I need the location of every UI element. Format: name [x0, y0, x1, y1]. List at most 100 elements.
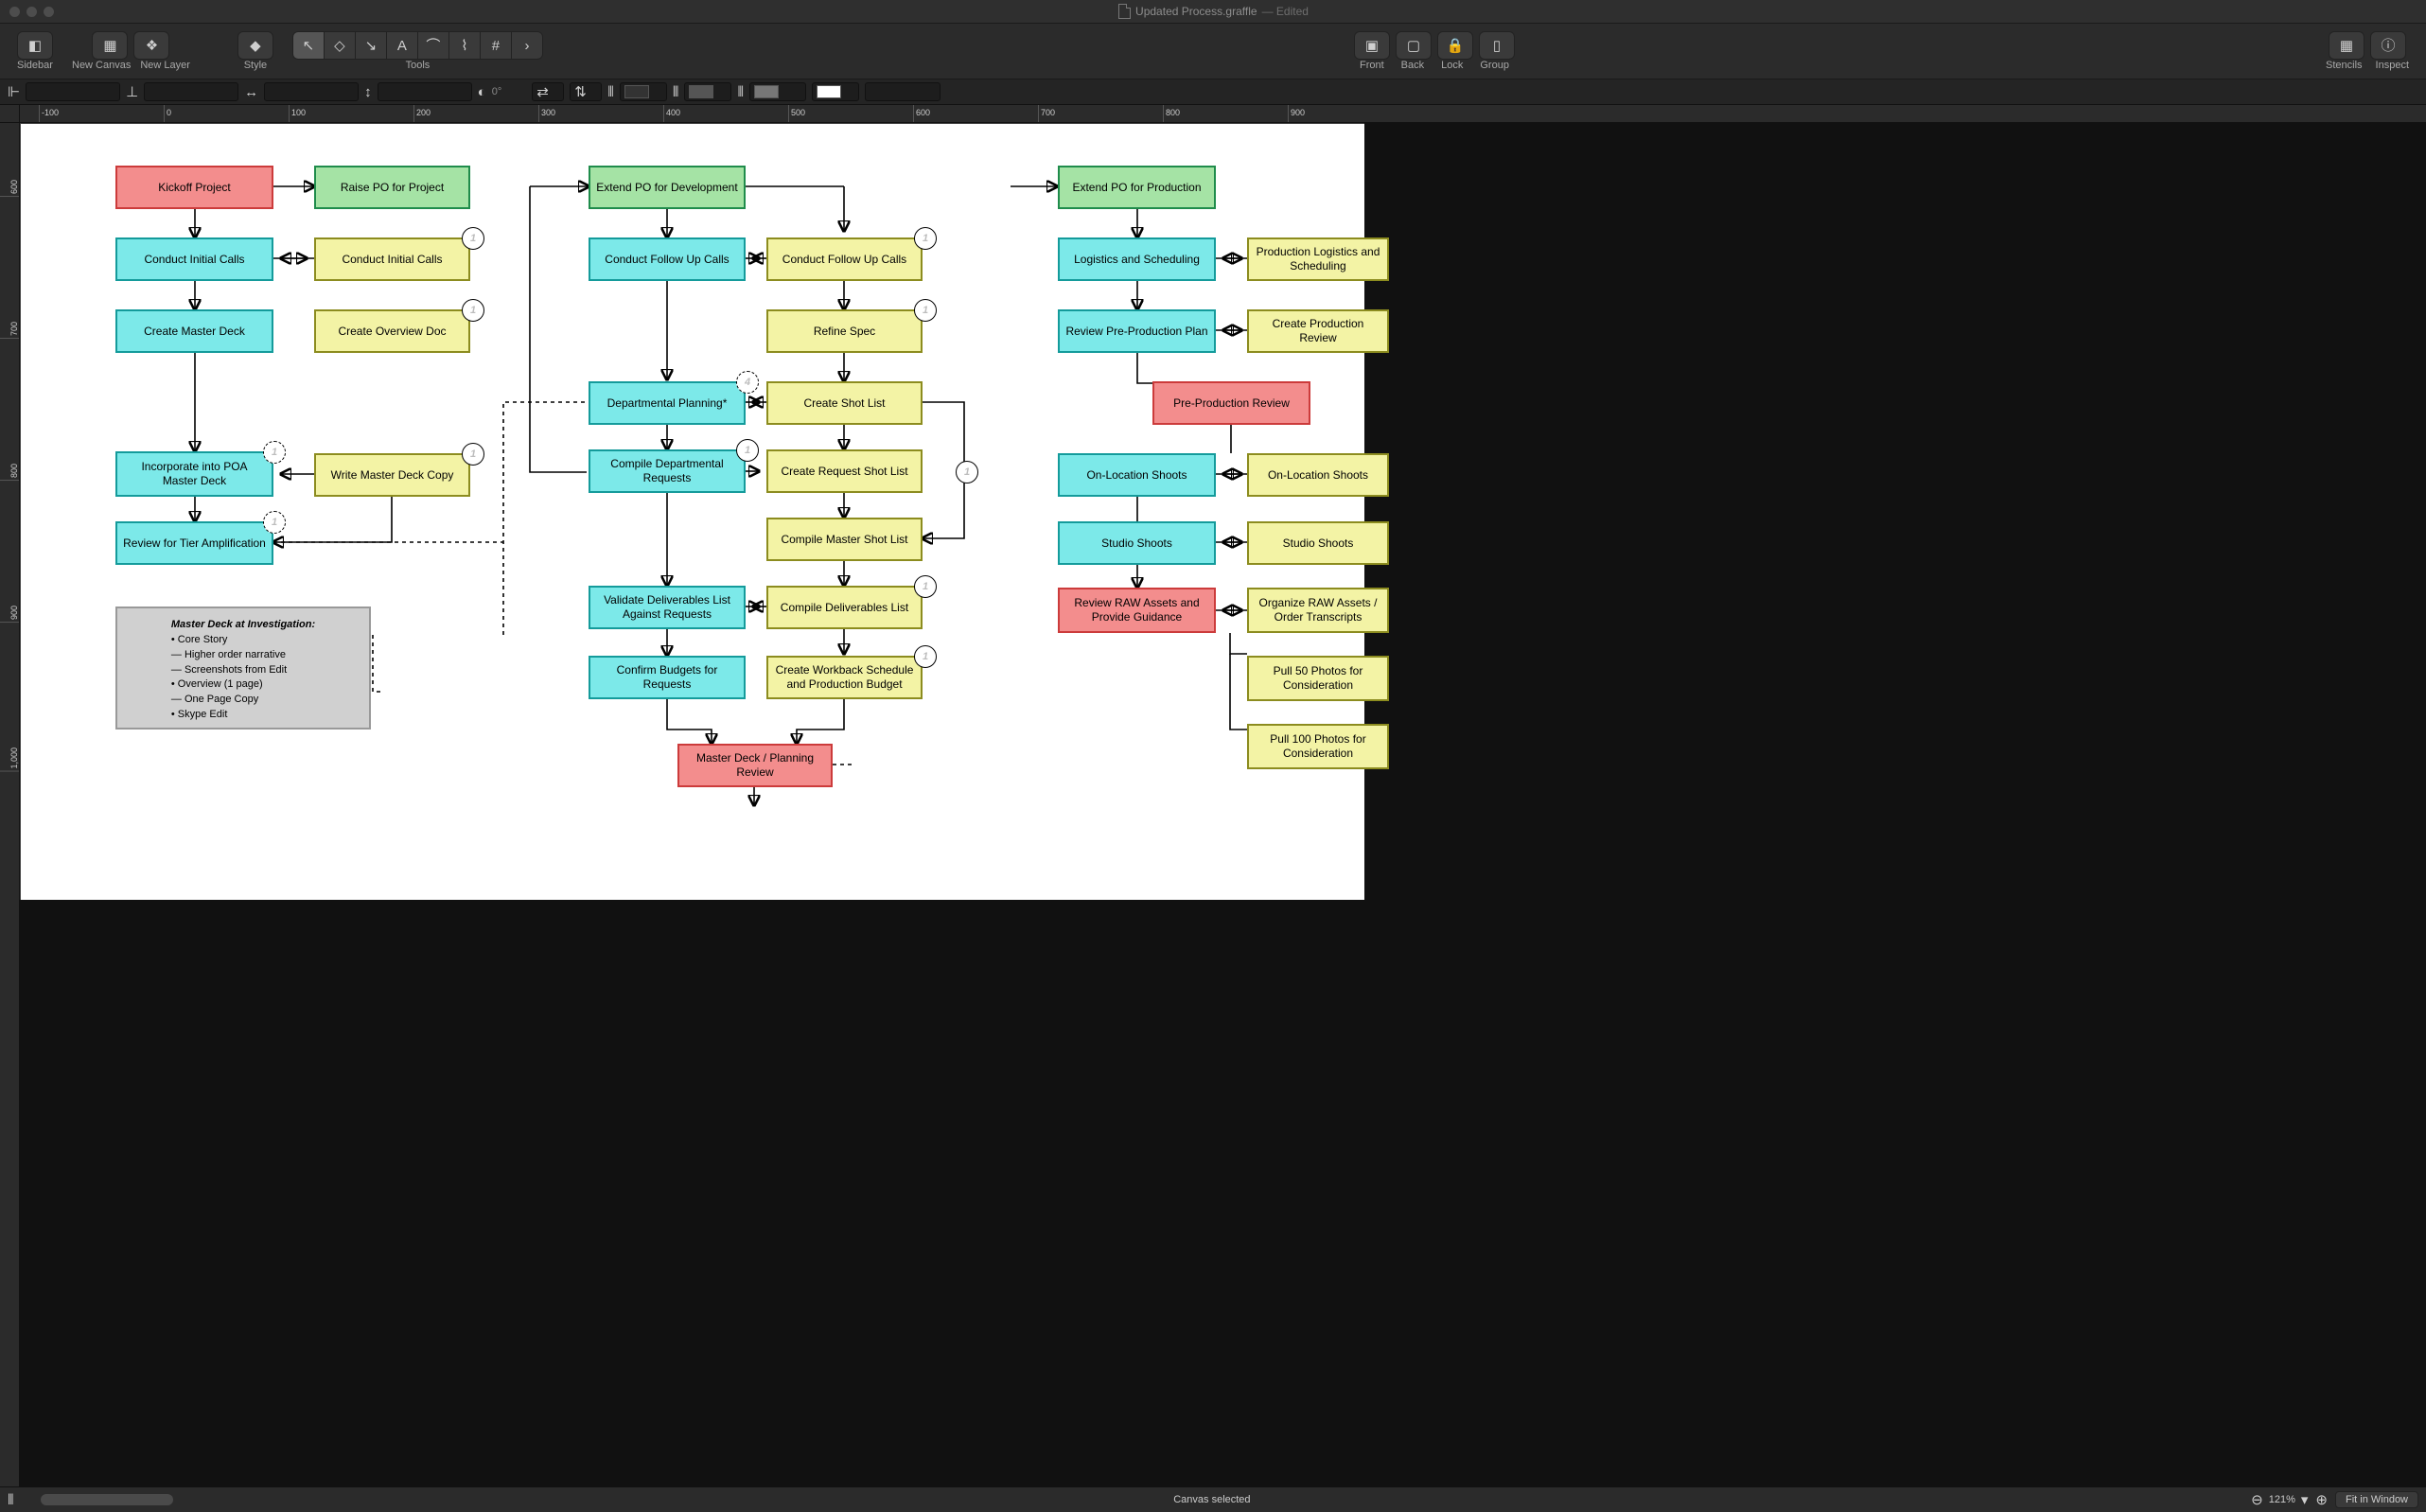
stroke-well[interactable]	[684, 82, 731, 101]
box-studio-yellow[interactable]: Studio Shoots	[1247, 521, 1389, 565]
document-icon	[1118, 4, 1131, 19]
new-canvas-button[interactable]: ▦	[92, 31, 128, 60]
ruler-h-tick: 200	[413, 105, 431, 122]
box-calls-teal[interactable]: Conduct Initial Calls	[115, 237, 273, 281]
box-incorp-poa[interactable]: Incorporate into POA Master Deck	[115, 451, 273, 497]
box-onloc-yellow[interactable]: On-Location Shoots	[1247, 453, 1389, 497]
box-write-copy[interactable]: Write Master Deck Copy	[314, 453, 470, 497]
vertical-ruler: 6007008009001,000	[0, 123, 20, 1486]
close-window-icon[interactable]	[9, 7, 20, 17]
badge-workback-1: 1	[914, 645, 937, 668]
fit-window-button[interactable]: Fit in Window	[2335, 1491, 2418, 1508]
style-toggle-button[interactable]: ◆	[237, 31, 273, 60]
line-style-well[interactable]	[812, 82, 859, 101]
flip-v-button[interactable]: ⇅	[570, 82, 602, 101]
zoom-dropdown-icon[interactable]: ▾	[2301, 1493, 2309, 1507]
box-fu-teal[interactable]: Conduct Follow Up Calls	[589, 237, 746, 281]
box-review-raw[interactable]: Review RAW Assets and Provide Guidance	[1058, 588, 1216, 633]
point-tool[interactable]: ⌇	[448, 31, 480, 60]
box-compile-master-shot[interactable]: Compile Master Shot List	[766, 518, 923, 561]
shadow-well[interactable]	[749, 82, 806, 101]
badge-overview-1: 1	[462, 299, 484, 322]
inspect-button[interactable]: ⓘ	[2370, 31, 2406, 60]
y-position-field[interactable]	[144, 82, 238, 101]
text-tool[interactable]: A	[386, 31, 417, 60]
box-raise-po[interactable]: Raise PO for Project	[314, 166, 470, 209]
zoom-value[interactable]: 121%	[2269, 1494, 2295, 1505]
ruler-h-tick: 800	[1163, 105, 1180, 122]
rotation-icon[interactable]: ◐	[478, 85, 486, 99]
box-extend-po-prod[interactable]: Extend PO for Production	[1058, 166, 1216, 209]
align-icon[interactable]: ⊩	[8, 85, 20, 99]
stencils-button[interactable]: ▦	[2329, 31, 2364, 60]
canvases-icon[interactable]: ⦀	[8, 1493, 14, 1507]
box-master-review[interactable]: Master Deck / Planning Review	[677, 744, 833, 787]
box-pull-100[interactable]: Pull 100 Photos for Consideration	[1247, 724, 1389, 769]
shape-tool[interactable]: ◇	[324, 31, 355, 60]
box-req-shot-list[interactable]: Create Request Shot List	[766, 449, 923, 493]
ruler-corner[interactable]	[0, 105, 20, 122]
box-master-deck[interactable]: Create Master Deck	[115, 309, 273, 353]
box-review-preprod[interactable]: Review Pre-Production Plan	[1058, 309, 1216, 353]
width-field[interactable]	[264, 82, 359, 101]
line-tool[interactable]: ↘	[355, 31, 386, 60]
box-studio-teal[interactable]: Studio Shoots	[1058, 521, 1216, 565]
box-onloc-teal[interactable]: On-Location Shoots	[1058, 453, 1216, 497]
info-icon: ⓘ	[2381, 39, 2395, 53]
box-calls-yellow[interactable]: Conduct Initial Calls	[314, 237, 470, 281]
box-logistics-yellow[interactable]: Production Logistics and Scheduling	[1247, 237, 1389, 281]
minimize-window-icon[interactable]	[26, 7, 37, 17]
send-back-button[interactable]: ▢	[1396, 31, 1432, 60]
height-field[interactable]	[378, 82, 472, 101]
traffic-lights[interactable]	[9, 7, 54, 17]
stencils-icon: ▦	[2340, 39, 2353, 53]
box-workback[interactable]: Create Workback Schedule and Production …	[766, 656, 923, 699]
crop-tool[interactable]: #	[480, 31, 511, 60]
flip-h-button[interactable]: ⇄	[532, 82, 564, 101]
zoom-in-icon[interactable]: ⊕	[2315, 1493, 2328, 1507]
box-create-prod-rev[interactable]: Create Production Review	[1247, 309, 1389, 353]
box-confirm-budgets[interactable]: Confirm Budgets for Requests	[589, 656, 746, 699]
note-master-deck[interactable]: Master Deck at Investigation: • Core Sto…	[115, 607, 371, 730]
canvas-viewport[interactable]: Kickoff Project Raise PO for Project Con…	[20, 123, 2426, 1486]
horizontal-scroll-thumb[interactable]	[41, 1494, 173, 1505]
pen-tool[interactable]: ⌒	[417, 31, 448, 60]
box-dept-plan[interactable]: Departmental Planning*	[589, 381, 746, 425]
box-master-deck-label: Create Master Deck	[144, 325, 245, 339]
box-extend-po-prod-label: Extend PO for Production	[1072, 181, 1201, 195]
height-icon[interactable]: ↕	[364, 85, 372, 99]
ruler-h-tick: -100	[39, 105, 59, 122]
box-organize-raw[interactable]: Organize RAW Assets / Order Transcripts	[1247, 588, 1389, 633]
baseline-icon[interactable]: ⊥	[126, 85, 138, 99]
sidebar-toggle-button[interactable]: ◧	[17, 31, 53, 60]
box-compile-deliv-label: Compile Deliverables List	[781, 601, 908, 615]
font-well[interactable]	[865, 82, 941, 101]
box-extend-po-dev[interactable]: Extend PO for Development	[589, 166, 746, 209]
box-refine-spec[interactable]: Refine Spec	[766, 309, 923, 353]
box-kickoff[interactable]: Kickoff Project	[115, 166, 273, 209]
badge-poa-1: 1	[263, 441, 286, 464]
bring-front-button[interactable]: ▣	[1354, 31, 1390, 60]
box-preprod-review[interactable]: Pre-Production Review	[1152, 381, 1310, 425]
box-fu-yellow[interactable]: Conduct Follow Up Calls	[766, 237, 923, 281]
horizontal-ruler: -1000100200300400500600700800900	[0, 105, 2426, 123]
zoom-out-icon[interactable]: ⊖	[2251, 1493, 2263, 1507]
box-logistics-teal[interactable]: Logistics and Scheduling	[1058, 237, 1216, 281]
box-compile-deliv[interactable]: Compile Deliverables List	[766, 586, 923, 629]
width-icon[interactable]: ↔	[244, 85, 258, 99]
zoom-window-icon[interactable]	[44, 7, 54, 17]
box-validate-deliv[interactable]: Validate Deliverables List Against Reque…	[589, 586, 746, 629]
group-button[interactable]: ▯	[1479, 31, 1515, 60]
selection-tool[interactable]: ↖	[292, 31, 324, 60]
new-layer-button[interactable]: ❖	[133, 31, 169, 60]
x-position-field[interactable]	[26, 82, 120, 101]
more-tools[interactable]: ›	[511, 31, 543, 60]
lock-button[interactable]: 🔒	[1437, 31, 1473, 60]
fill-well[interactable]	[620, 82, 667, 101]
box-review-tier[interactable]: Review for Tier Amplification	[115, 521, 273, 565]
canvas[interactable]: Kickoff Project Raise PO for Project Con…	[20, 123, 1364, 900]
box-shot-list[interactable]: Create Shot List	[766, 381, 923, 425]
box-overview-doc[interactable]: Create Overview Doc	[314, 309, 470, 353]
box-compile-dept[interactable]: Compile Departmental Requests	[589, 449, 746, 493]
box-pull-50[interactable]: Pull 50 Photos for Consideration	[1247, 656, 1389, 701]
